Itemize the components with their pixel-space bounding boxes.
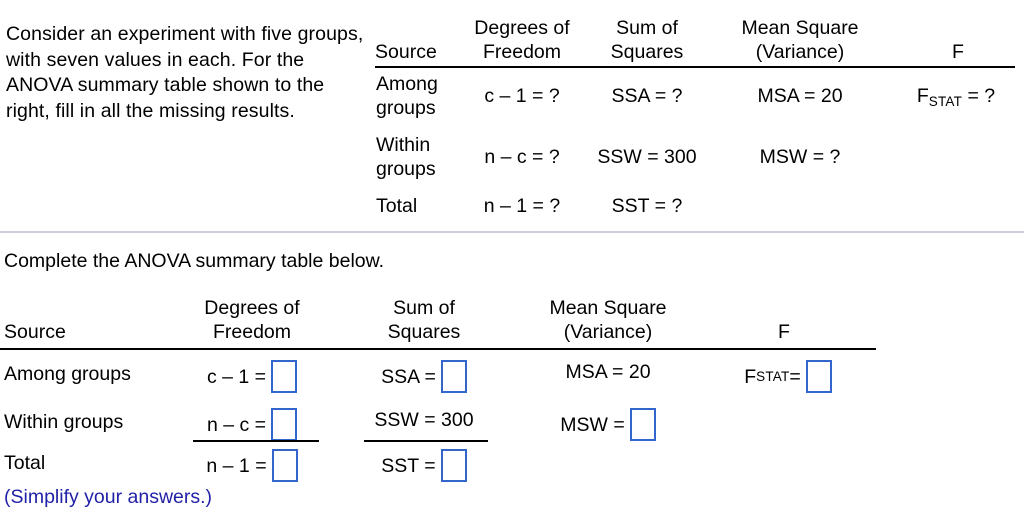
bottom-cell-among-ss: SSA = bbox=[362, 360, 486, 393]
bottom-cell-total-ss-label: SST = bbox=[381, 454, 436, 477]
bottom-cell-among-ss-label: SSA = bbox=[381, 365, 436, 388]
answer-input-total-df[interactable] bbox=[271, 449, 298, 482]
bottom-cell-within-df-label: n – c = bbox=[206, 413, 267, 436]
bottom-header-ss-line2: Squares bbox=[387, 321, 461, 343]
answer-input-total-ss[interactable] bbox=[440, 449, 467, 482]
answer-input-among-ss[interactable] bbox=[440, 360, 467, 393]
bottom-cell-among-f-prefix: F bbox=[744, 365, 757, 388]
bottom-cell-total-df-label: n – 1 = bbox=[206, 454, 267, 477]
bottom-cell-among-df: c – 1 = bbox=[182, 360, 322, 393]
bottom-cell-among-df-label: c – 1 = bbox=[206, 365, 267, 388]
bottom-row-label-among: Among groups bbox=[4, 363, 131, 385]
bottom-cell-within-df: n – c = bbox=[182, 408, 322, 441]
bottom-cell-among-ms: MSA = 20 bbox=[565, 361, 651, 383]
bottom-cell-within-ms: MSW = bbox=[520, 408, 696, 441]
bottom-cell-within-ms-label: MSW = bbox=[560, 413, 625, 436]
answer-input-within-df[interactable] bbox=[271, 408, 298, 441]
bottom-header-ss-line1: Sum of bbox=[393, 297, 455, 319]
bottom-cell-within-ss: SSW = 300 bbox=[374, 409, 474, 431]
bottom-cell-among-f-subscript: STAT bbox=[756, 368, 790, 384]
bottom-header-df-line1: Degrees of bbox=[204, 297, 300, 319]
bottom-row-label-within: Within groups bbox=[4, 411, 124, 433]
bottom-header-source: Source bbox=[4, 321, 66, 343]
bottom-table-header-rule bbox=[0, 348, 876, 350]
bottom-table-ss-subtotal-rule bbox=[364, 440, 488, 442]
simplify-answers-note: (Simplify your answers.) bbox=[4, 486, 213, 508]
bottom-cell-among-f: F STAT = bbox=[700, 360, 876, 393]
answer-input-among-df[interactable] bbox=[271, 360, 298, 393]
bottom-header-df-line2: Freedom bbox=[212, 321, 292, 343]
answer-anova-table: Source Degrees of Freedom Sum of Squares… bbox=[0, 0, 1024, 522]
bottom-cell-total-ss: SST = bbox=[362, 449, 486, 482]
bottom-cell-total-df: n – 1 = bbox=[182, 449, 322, 482]
answer-input-among-f[interactable] bbox=[805, 360, 832, 393]
bottom-header-f: F bbox=[778, 321, 790, 343]
bottom-cell-among-f-equals: = bbox=[789, 365, 801, 388]
bottom-table-df-subtotal-rule bbox=[193, 440, 319, 442]
answer-input-within-ms[interactable] bbox=[629, 408, 656, 441]
bottom-header-ms-line2: (Variance) bbox=[563, 321, 653, 343]
bottom-header-ms-line1: Mean Square bbox=[549, 297, 667, 319]
bottom-row-label-total: Total bbox=[4, 452, 46, 474]
